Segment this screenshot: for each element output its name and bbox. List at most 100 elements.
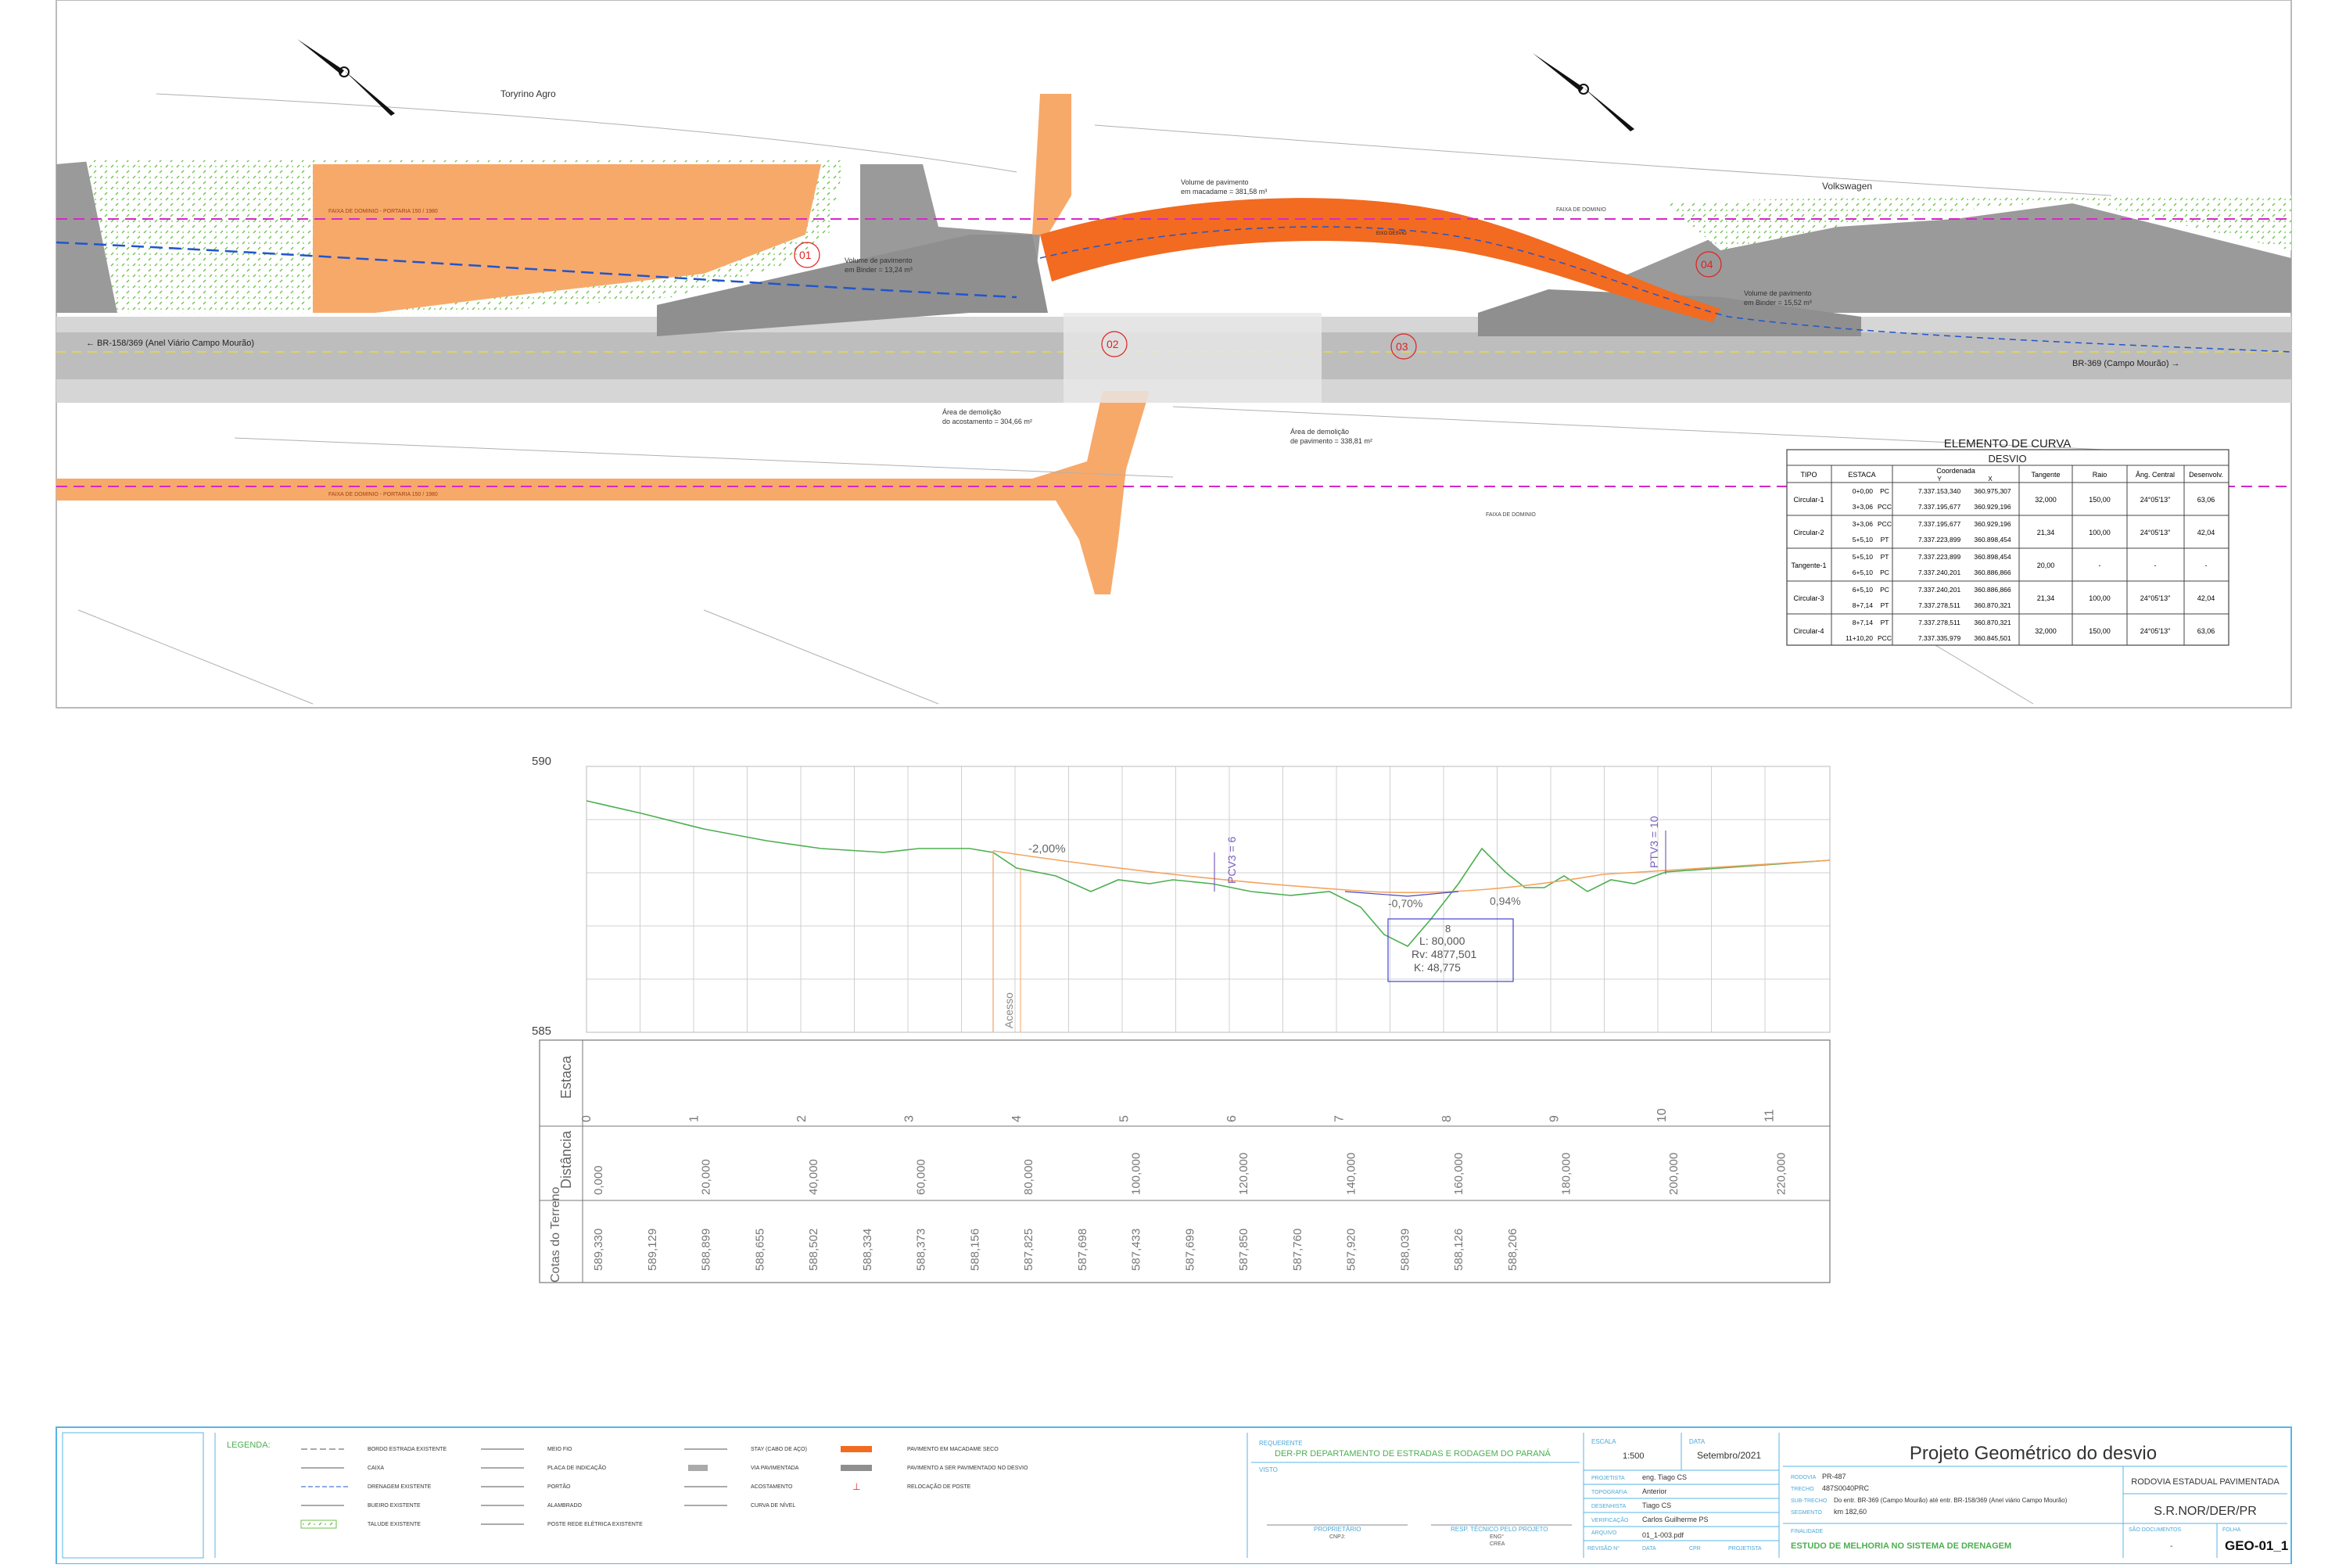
visto-lbl: VISTO — [1259, 1466, 1278, 1473]
cell-estaca: 3+3,06 — [1853, 520, 1874, 528]
cell-y: 7.337.335,979 — [1918, 634, 1961, 642]
cell-tipo: Circular-4 — [1793, 627, 1824, 635]
finalidade-lbl: FINALIDADE — [1791, 1529, 1824, 1534]
cell-y: 7.337.153,340 — [1918, 487, 1961, 495]
cell-tangente: 21,34 — [2037, 529, 2055, 536]
drawing-sheet: Toryrino Agro Volkswagen ← BR-158/369 (A… — [0, 0, 2346, 1565]
estaca-value: 6 — [1225, 1115, 1239, 1122]
cell-mark: PCC — [1878, 634, 1892, 642]
label-volkswagen: Volkswagen — [1822, 181, 1872, 192]
estaca-value: 2 — [795, 1115, 809, 1122]
cell-x: 360.870,321 — [1974, 601, 2011, 609]
cell-mark: PC — [1880, 569, 1889, 576]
cell-desenv: - — [2205, 562, 2208, 569]
cota-value: 588,899 — [700, 1229, 713, 1271]
zone-label-02: 02 — [1107, 338, 1119, 350]
row-label-cotas: Cotas do Terreno — [549, 1186, 562, 1283]
legend-symbol: ⊥ — [852, 1481, 860, 1492]
curve-table-title: ELEMENTO DE CURVA — [1944, 437, 2072, 450]
requerente: DER-PR DEPARTAMENTO DE ESTRADAS E RODAGE… — [1275, 1448, 1551, 1459]
cell-ang: 24°05'13" — [2140, 529, 2171, 536]
ann-binder2-2: em Binder = 15,52 m³ — [1744, 299, 1812, 307]
cell-mark: PCC — [1878, 520, 1892, 528]
cell-ang: - — [2154, 562, 2157, 569]
arquivo: 01_1-003.pdf — [1642, 1531, 1684, 1539]
cell-tangente: 32,000 — [2035, 496, 2057, 504]
cell-raio: 100,00 — [2089, 594, 2111, 602]
resp-doc1: ENG° — [1490, 1534, 1504, 1540]
rev-col-1: REVISÃO N° — [1587, 1545, 1620, 1552]
doc-lbl: SÃO DOCUMENTOS — [2129, 1526, 2181, 1533]
trecho: 487S0040PRC — [1822, 1484, 1870, 1492]
profile-data-columns: 0 1 2 3 4 5 6 7 8 9 10 11 0,000 20,000 40,000 60,000 80,… — [580, 1108, 1788, 1271]
th-ang: Âng. Central — [2136, 471, 2175, 479]
folha: GEO-01_1 — [2225, 1538, 2288, 1553]
distancia-value: 0,000 — [592, 1165, 605, 1195]
cell-x: 360.886,866 — [1974, 586, 2011, 594]
cell-x: 360.870,321 — [1974, 619, 2011, 626]
cell-mark: PT — [1881, 553, 1889, 561]
cell-y: 7.337.278,511 — [1918, 619, 1960, 626]
legend-item-label: TALUDE EXISTENTE — [368, 1522, 421, 1527]
right-title: RODOVIA ESTADUAL PAVIMENTADA — [2131, 1477, 2280, 1487]
cell-x: 360.975,307 — [1974, 487, 2011, 495]
th-tangente: Tangente — [2031, 471, 2060, 479]
rodovia-lbl: RODOVIA — [1791, 1475, 1817, 1480]
cell-raio: 150,00 — [2089, 627, 2111, 635]
cota-value: 587,698 — [1076, 1229, 1089, 1271]
cell-mark: PC — [1880, 586, 1889, 594]
legend-item-label: PLACA DE INDICAÇÃO — [547, 1464, 607, 1471]
estaca-value: 9 — [1548, 1115, 1562, 1122]
subtrecho-lbl: SUB-TRECHO — [1791, 1498, 1828, 1504]
cell-raio: - — [2099, 562, 2101, 569]
legend-symbol — [841, 1465, 872, 1471]
cell-desenv: 42,04 — [2197, 594, 2215, 602]
cell-desenv: 63,06 — [2197, 627, 2215, 635]
ann-macadame-2: em macadame = 381,58 m³ — [1181, 188, 1267, 196]
th-estaca: ESTACA — [1848, 471, 1875, 479]
estaca-value: 11 — [1763, 1109, 1777, 1122]
cota-value: 587,850 — [1237, 1229, 1250, 1271]
segmento-lbl: SEGMENTO — [1791, 1510, 1822, 1516]
cell-tangente: 20,00 — [2037, 562, 2055, 569]
cell-y: 7.337.195,677 — [1918, 520, 1961, 528]
legend-item-label: STAY (CABO DE AÇO) — [751, 1447, 807, 1452]
row-label-distancia: Distância — [558, 1130, 574, 1189]
cell-desenv: 63,06 — [2197, 496, 2215, 504]
legend-item-label: DRENAGEM EXISTENTE — [368, 1484, 432, 1490]
cell-estaca: 5+5,10 — [1853, 553, 1874, 561]
ptv-label: PTV3 = 10 — [1648, 816, 1660, 868]
estaca-value: 3 — [903, 1115, 917, 1122]
cell-estaca: 0+0,00 — [1853, 487, 1874, 495]
cell-x: 360.898,454 — [1974, 553, 2011, 561]
title-block: LEGENDA: BORDO ESTRADA EXISTENTE CAIXA DRE… — [56, 1426, 2292, 1565]
cell-estaca: 6+5,10 — [1853, 569, 1874, 576]
rev-col-3: CPR — [1689, 1546, 1701, 1552]
cell-mark: PT — [1881, 619, 1889, 626]
ann-acost-2: do acostamento = 304,66 m² — [942, 418, 1032, 425]
grade-label-3: 0,94% — [1490, 895, 1521, 907]
legend-item-label: BORDO ESTRADA EXISTENTE — [368, 1447, 447, 1452]
cell-mark: PT — [1881, 601, 1889, 609]
road-label-right: BR-369 (Campo Mourão) → — [2072, 359, 2180, 368]
drawing-canvas: Toryrino Agro Volkswagen ← BR-158/369 (A… — [56, 0, 2292, 1565]
cell-estaca: 3+3,06 — [1853, 503, 1874, 511]
cell-y: 7.337.240,201 — [1918, 569, 1961, 576]
th-coordenada: Coordenada — [1936, 467, 1975, 475]
cota-value: 588,156 — [968, 1229, 981, 1271]
distancia-value: 160,000 — [1452, 1153, 1465, 1195]
pcv-label: PCV3 = 6 — [1225, 836, 1238, 884]
resp-lbl: RESP. TÉCNICO PELO PROJETO — [1451, 1526, 1548, 1533]
th-tipo: TIPO — [1800, 471, 1817, 479]
th-x: X — [1988, 475, 1993, 483]
cell-y: 7.337.223,899 — [1918, 553, 1961, 561]
distancia-value: 20,000 — [700, 1159, 713, 1195]
cell-x: 360.898,454 — [1974, 536, 2011, 544]
cota-value: 588,334 — [861, 1229, 874, 1271]
cell-tipo: Circular-2 — [1793, 529, 1824, 536]
cell-estaca: 6+5,10 — [1853, 586, 1874, 594]
cell-mark: PC — [1880, 487, 1889, 495]
requerente-lbl: REQUERENTE — [1259, 1440, 1303, 1447]
escala-lbl: ESCALA — [1591, 1438, 1616, 1445]
legend-item-label: RELOCAÇÃO DE POSTE — [907, 1483, 971, 1490]
